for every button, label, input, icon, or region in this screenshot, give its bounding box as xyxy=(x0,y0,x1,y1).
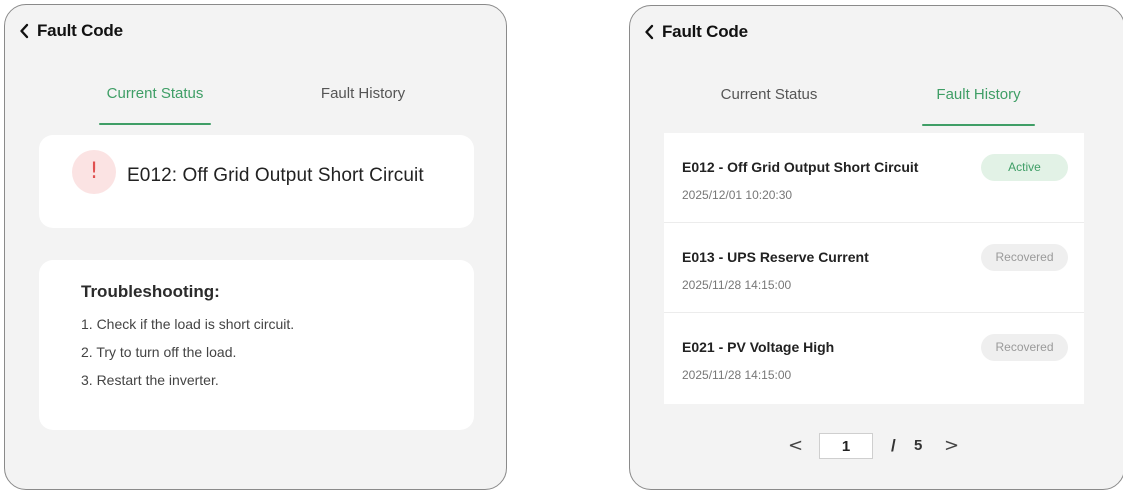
fault-title: E012: Off Grid Output Short Circuit xyxy=(127,165,424,186)
history-timestamp: 2025/11/28 14:15:00 xyxy=(682,368,792,382)
history-timestamp: 2025/11/28 14:15:00 xyxy=(682,278,792,292)
troubleshooting-steps: 1. Check if the load is short circuit. 2… xyxy=(81,316,294,400)
status-badge: Recovered xyxy=(981,244,1068,271)
tab-bar: Current Status Fault History xyxy=(5,85,506,125)
tab-label: Fault History xyxy=(936,86,1021,103)
tab-label: Current Status xyxy=(106,85,204,102)
pagination: < / 5 > xyxy=(630,431,1123,461)
fault-history-screen: Fault Code Current Status Fault History … xyxy=(629,5,1123,490)
page-separator: / xyxy=(891,436,896,455)
current-fault-card: ! E012: Off Grid Output Short Circuit xyxy=(39,135,474,228)
back-button[interactable]: Fault Code xyxy=(19,21,123,41)
current-status-screen: Fault Code Current Status Fault History … xyxy=(4,4,507,490)
troubleshooting-step: 2. Try to turn off the load. xyxy=(81,344,237,360)
fault-history-list: E012 - Off Grid Output Short Circuit 202… xyxy=(664,133,1084,404)
history-item[interactable]: E013 - UPS Reserve Current 2025/11/28 14… xyxy=(664,223,1084,313)
history-item[interactable]: E021 - PV Voltage High 2025/11/28 14:15:… xyxy=(664,313,1084,403)
history-item[interactable]: E012 - Off Grid Output Short Circuit 202… xyxy=(664,133,1084,223)
tab-current-status[interactable]: Current Status xyxy=(717,86,821,126)
back-button[interactable]: Fault Code xyxy=(644,22,748,42)
chevron-left-icon xyxy=(644,24,654,40)
alert-icon: ! xyxy=(72,150,116,194)
troubleshooting-heading: Troubleshooting: xyxy=(81,282,220,301)
status-badge: Recovered xyxy=(981,334,1068,361)
tab-fault-history[interactable]: Fault History xyxy=(312,85,414,125)
tab-underline xyxy=(922,124,1035,126)
status-badge: Active xyxy=(981,154,1068,181)
page-title: Fault Code xyxy=(37,21,123,40)
previous-page-button[interactable]: < xyxy=(788,435,803,456)
troubleshooting-card: Troubleshooting: 1. Check if the load is… xyxy=(39,260,474,430)
next-page-button[interactable]: > xyxy=(944,435,959,456)
tab-bar: Current Status Fault History xyxy=(630,86,1123,126)
history-fault-title: E021 - PV Voltage High xyxy=(682,339,835,355)
page-title: Fault Code xyxy=(662,22,748,41)
chevron-left-icon xyxy=(19,23,29,39)
tab-label: Current Status xyxy=(720,86,818,103)
history-fault-title: E012 - Off Grid Output Short Circuit xyxy=(682,159,919,175)
tab-underline xyxy=(99,123,211,125)
troubleshooting-step: 1. Check if the load is short circuit. xyxy=(81,316,295,332)
tab-label: Fault History xyxy=(320,85,406,102)
total-pages: 5 xyxy=(914,437,923,454)
tab-current-status[interactable]: Current Status xyxy=(99,85,211,125)
history-timestamp: 2025/12/01 10:20:30 xyxy=(682,188,793,202)
history-fault-title: E013 - UPS Reserve Current xyxy=(682,249,869,265)
page-number-input[interactable] xyxy=(819,433,873,459)
troubleshooting-step: 3. Restart the inverter. xyxy=(81,372,219,388)
tab-fault-history[interactable]: Fault History xyxy=(922,86,1035,126)
